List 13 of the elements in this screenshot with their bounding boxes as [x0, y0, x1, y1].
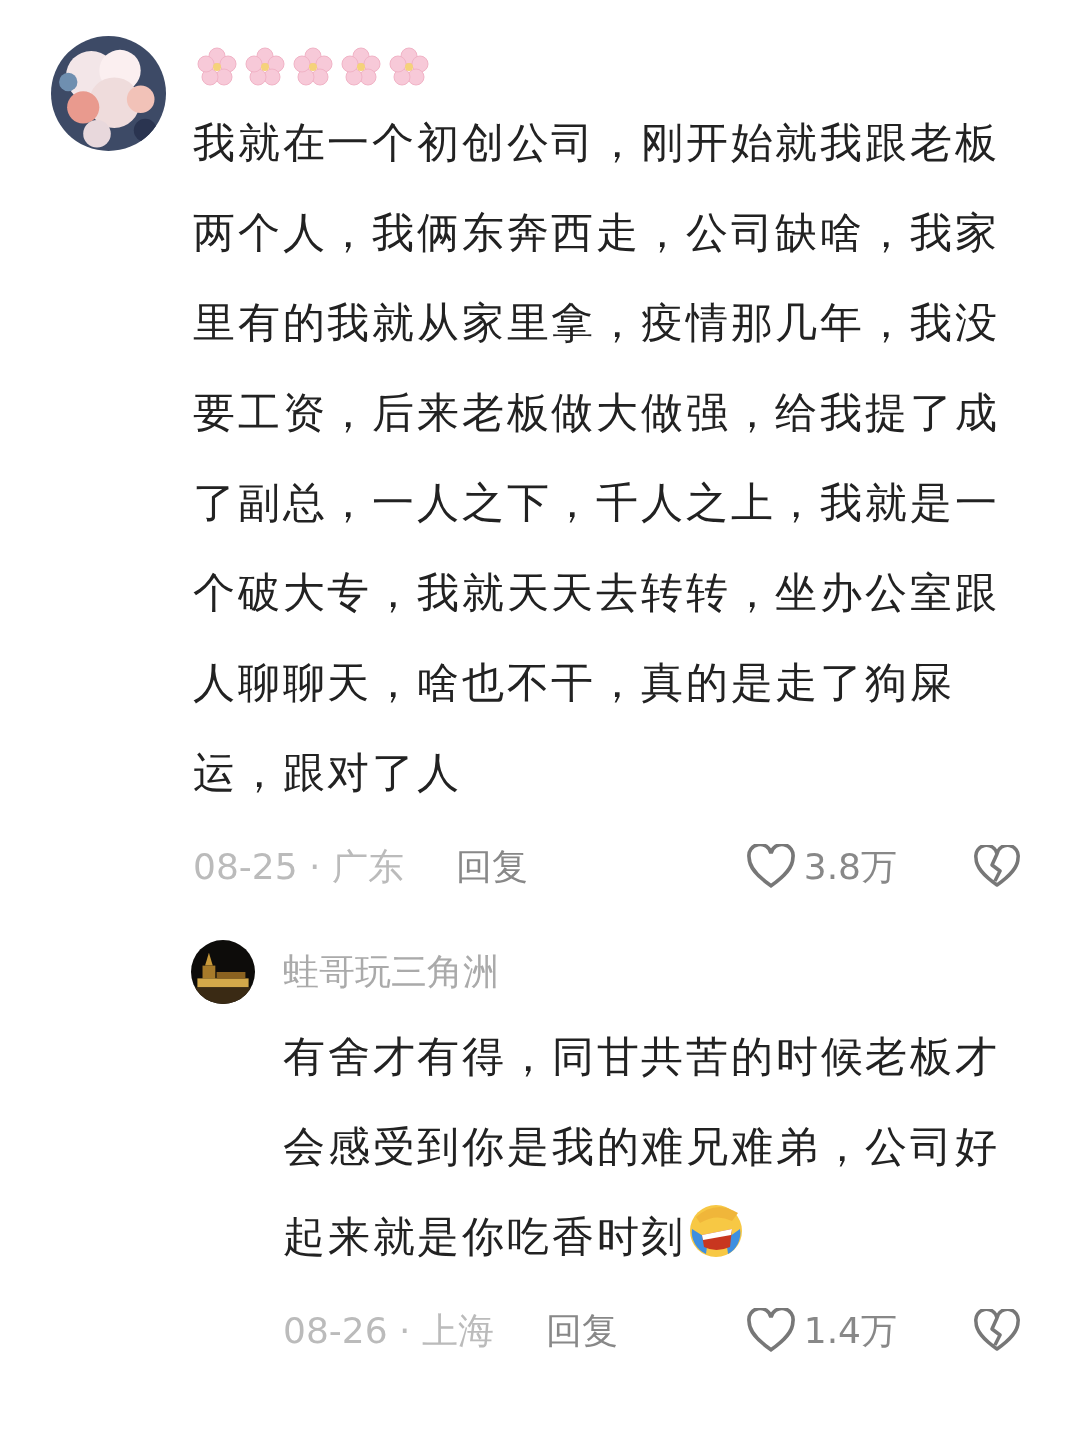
reply-link[interactable]: 回复 — [545, 1306, 618, 1356]
broken-heart-icon[interactable] — [973, 1309, 1021, 1353]
comment-meta: 08-26 · 上海 — [283, 1308, 494, 1353]
reply-link[interactable]: 回复 — [455, 842, 528, 892]
like-count: 3.8万 — [803, 844, 897, 889]
username[interactable]: 蛙哥玩三角洲 — [283, 947, 499, 997]
like-count: 1.4万 — [803, 1308, 897, 1353]
comment-text: 我就在一个初创公司，刚开始就我跟老板两个人，我俩东奔西走，公司缺啥，我家里有的我就从家里拿，疫情那几年，我没要工资，后来老板做大做强，给我提了成了副总，一人之下，千人之上，我就是一个破大专，我就天天去转转，坐办公室跟人聊聊天，啥也不干，真的是走了狗屎运，跟对了人 — [193, 117, 1001, 799]
broken-heart-icon[interactable] — [973, 845, 1021, 889]
heart-icon[interactable] — [745, 1308, 796, 1354]
comment-meta: 08-25 · 广东 — [193, 844, 404, 889]
heart-icon[interactable] — [745, 844, 796, 890]
reply-text: 有舍才有得，同甘共苦的时候老板才会感受到你是我的难兄难弟，公司好起来就是你吃香时刻 — [283, 1031, 1001, 1263]
